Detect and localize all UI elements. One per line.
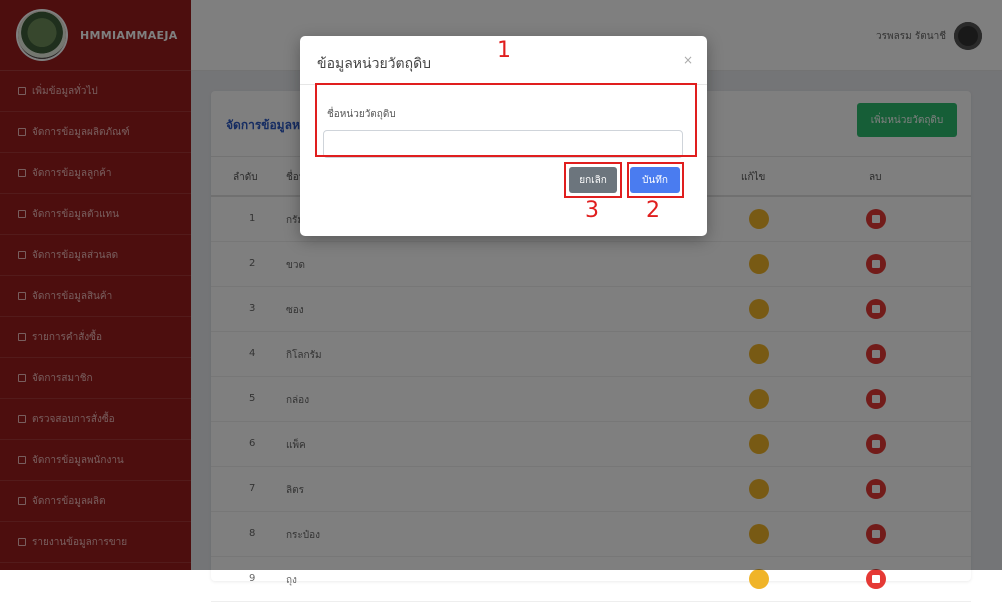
delete-icon[interactable] [866, 569, 886, 589]
edit-icon[interactable] [749, 569, 769, 589]
annotation-label-1: 1 [497, 38, 511, 63]
annotation-box-3 [564, 162, 622, 198]
annotation-box-1 [315, 83, 697, 157]
annotation-label-2: 2 [646, 198, 660, 223]
modal-title: ข้อมูลหน่วยวัตถุดิบ [317, 56, 432, 72]
unit-name: ถุง [286, 575, 297, 586]
row-number: 9 [249, 573, 256, 584]
annotation-box-2 [627, 162, 684, 198]
annotation-label-3: 3 [585, 198, 599, 223]
close-icon[interactable]: × [683, 53, 693, 67]
